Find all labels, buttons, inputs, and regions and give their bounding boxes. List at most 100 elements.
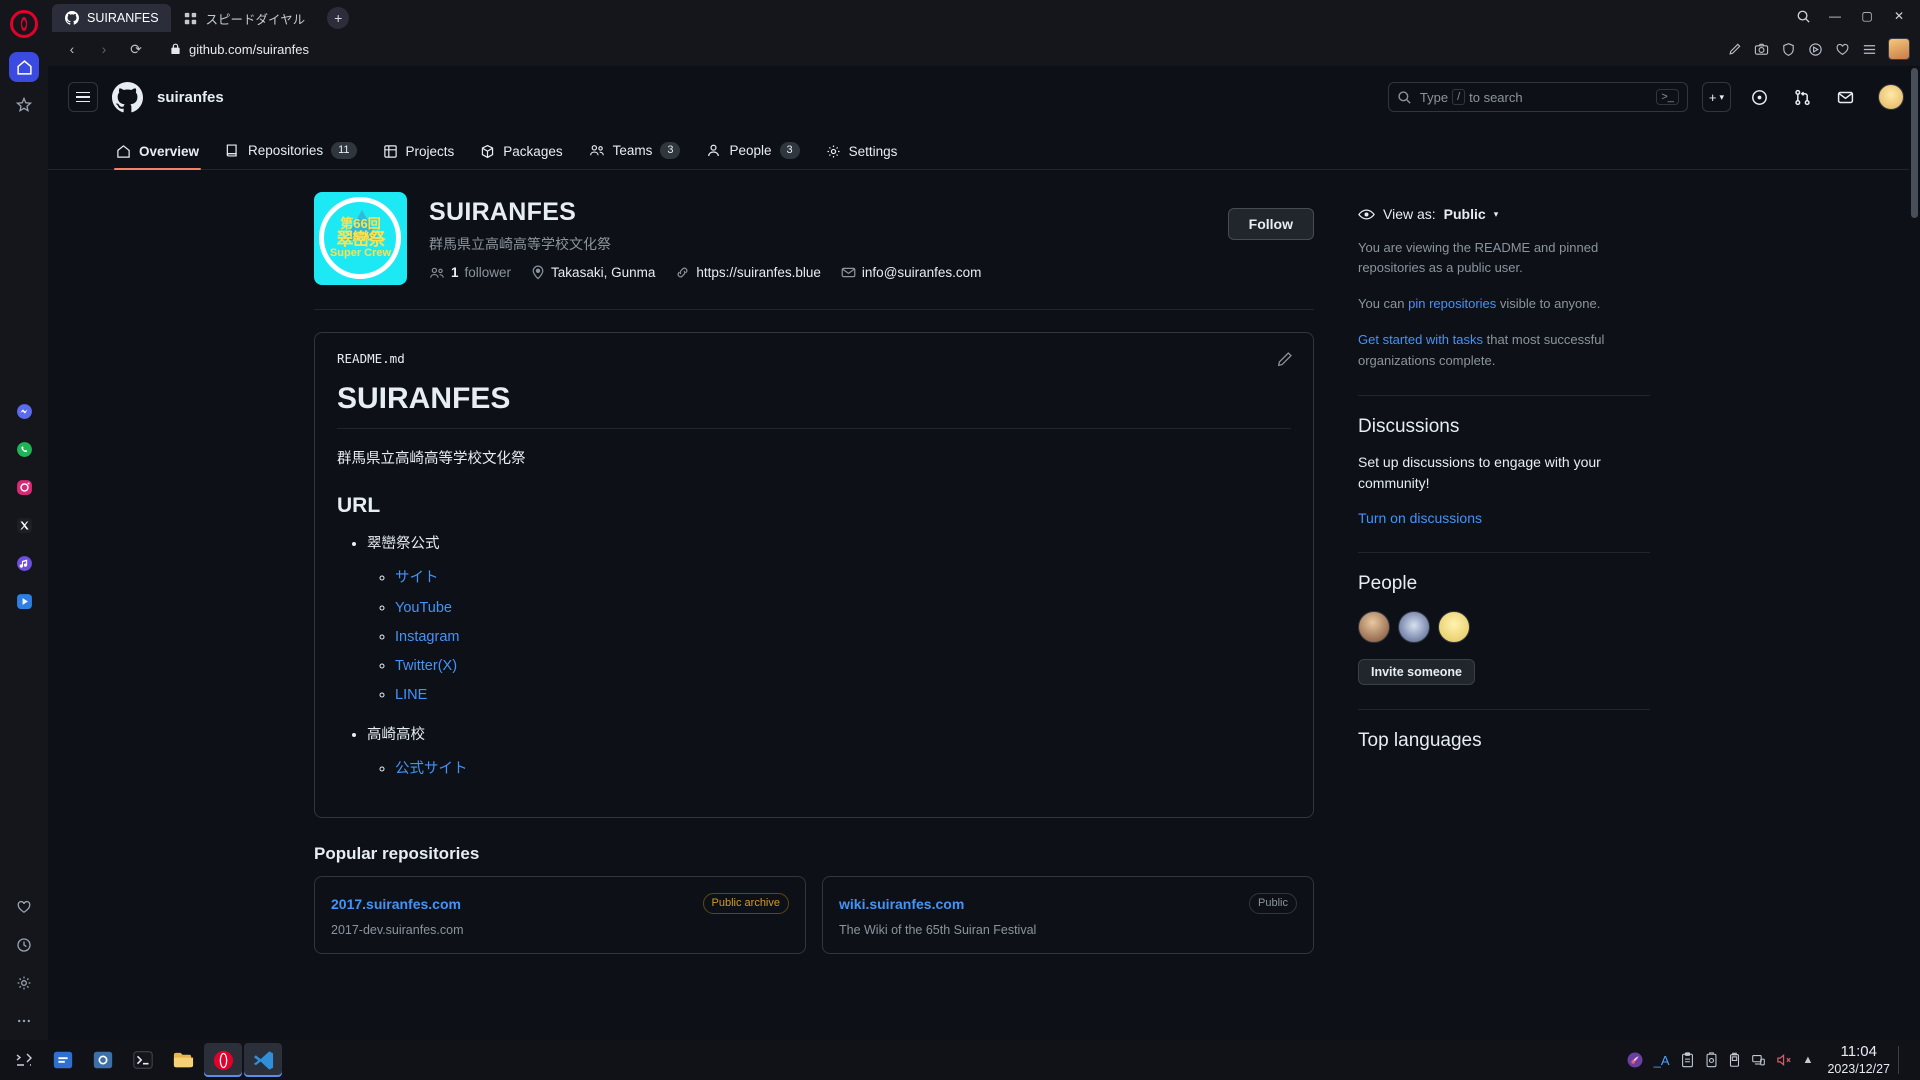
link-twitter[interactable]: Twitter(X) xyxy=(395,658,457,674)
sidebar-item-pinboard[interactable] xyxy=(9,90,39,120)
menu-icon[interactable] xyxy=(1857,37,1881,61)
nav-tab-teams[interactable]: Teams 3 xyxy=(579,136,691,169)
reload-button[interactable]: ⟳ xyxy=(122,36,150,62)
clipboard-icon[interactable] xyxy=(1680,1052,1695,1068)
pin-repositories-link[interactable]: pin repositories xyxy=(1408,296,1496,311)
nav-tab-counter: 11 xyxy=(331,142,357,159)
sidebar-item-more[interactable] xyxy=(9,1006,39,1036)
network-icon[interactable] xyxy=(1751,1052,1766,1068)
website-link[interactable]: https://suiranfes.blue xyxy=(696,265,821,280)
chevron-up-icon[interactable]: ▲ xyxy=(1803,1054,1814,1066)
email-stat[interactable]: info@suiranfes.com xyxy=(841,265,982,280)
turn-on-discussions-link[interactable]: Turn on discussions xyxy=(1358,510,1482,526)
list-item: LINE xyxy=(395,687,1291,703)
org-name-link[interactable]: suiranfes xyxy=(157,89,224,106)
forward-button[interactable]: › xyxy=(90,36,118,62)
snapshot-icon[interactable] xyxy=(1749,37,1773,61)
scrollbar-thumb[interactable] xyxy=(1911,68,1918,218)
usb-icon[interactable] xyxy=(1728,1052,1741,1068)
repo-card[interactable]: wiki.suiranfes.com Public The Wiki of th… xyxy=(822,876,1314,954)
pull-requests-button[interactable] xyxy=(1788,82,1817,112)
get-started-tasks-link[interactable]: Get started with tasks xyxy=(1358,332,1483,347)
issues-button[interactable] xyxy=(1745,82,1774,112)
plus-icon: + xyxy=(1708,89,1717,105)
link-instagram[interactable]: Instagram xyxy=(395,629,459,645)
taskbar-file-explorer[interactable] xyxy=(164,1043,202,1077)
browser-profile-avatar[interactable] xyxy=(1888,38,1910,60)
repo-name-link[interactable]: 2017.suiranfes.com xyxy=(331,896,461,912)
sidebar-item-history[interactable] xyxy=(9,930,39,960)
sidebar-item-music[interactable] xyxy=(9,548,39,578)
nav-tab-people[interactable]: People 3 xyxy=(696,136,809,169)
sidebar-item-whatsapp[interactable] xyxy=(9,434,39,464)
clock-time: 11:04 xyxy=(1840,1042,1877,1060)
member-avatar[interactable] xyxy=(1398,610,1430,643)
sidebar-item-favorites[interactable] xyxy=(9,892,39,922)
vpn-icon[interactable] xyxy=(1803,37,1827,61)
browser-tab-github[interactable]: SUIRANFES xyxy=(52,4,171,32)
nav-tab-projects[interactable]: Projects xyxy=(373,138,465,169)
notifications-button[interactable] xyxy=(1831,82,1860,112)
link-youtube[interactable]: YouTube xyxy=(395,600,452,616)
url-input[interactable]: github.com/suiranfes xyxy=(160,36,1712,62)
link-official-site[interactable]: 公式サイト xyxy=(395,761,468,777)
member-avatar[interactable] xyxy=(1358,610,1390,643)
battery-icon[interactable] xyxy=(1705,1052,1718,1068)
sidebar-item-home[interactable] xyxy=(9,52,39,82)
sidebar-item-settings[interactable] xyxy=(9,968,39,998)
taskbar-terminal[interactable] xyxy=(124,1043,162,1077)
pencil-icon[interactable] xyxy=(1276,351,1293,368)
taskbar-opera[interactable] xyxy=(204,1043,242,1077)
invite-someone-button[interactable]: Invite someone xyxy=(1358,658,1475,685)
opera-logo-icon[interactable] xyxy=(10,10,38,38)
view-as-selector[interactable]: View as: Public ▾ xyxy=(1358,206,1650,222)
link-line[interactable]: LINE xyxy=(395,687,427,703)
maximize-button[interactable]: ▢ xyxy=(1852,4,1882,28)
taskbar-settings[interactable] xyxy=(84,1043,122,1077)
show-desktop-button[interactable] xyxy=(1898,1046,1914,1074)
page-content: 第66回 翠巒祭 Super Crew SUIRANFES 群馬県立高崎高等学校… xyxy=(48,170,1920,1040)
follow-button[interactable]: Follow xyxy=(1227,208,1314,240)
org-avatar[interactable]: 第66回 翠巒祭 Super Crew xyxy=(314,192,407,285)
taskbar-vscode[interactable] xyxy=(244,1043,282,1077)
start-button[interactable] xyxy=(6,1043,42,1077)
hamburger-menu-button[interactable] xyxy=(68,82,98,112)
email-link[interactable]: info@suiranfes.com xyxy=(862,265,982,280)
search-input[interactable]: Type / to search >_ xyxy=(1387,82,1688,112)
volume-muted-icon[interactable] xyxy=(1776,1052,1793,1068)
sidebar-item-instagram[interactable] xyxy=(9,472,39,502)
user-avatar[interactable] xyxy=(1878,84,1904,110)
location-text: Takasaki, Gunma xyxy=(551,265,656,280)
new-tab-button[interactable]: + xyxy=(327,7,350,29)
minimize-button[interactable]: — xyxy=(1820,4,1850,28)
repo-name-link[interactable]: wiki.suiranfes.com xyxy=(839,896,964,912)
nav-tab-label: Overview xyxy=(139,144,200,159)
edit-icon[interactable] xyxy=(1722,37,1746,61)
clock[interactable]: 11:04 2023/12/27 xyxy=(1821,1043,1896,1077)
nav-tab-repositories[interactable]: Repositories 11 xyxy=(215,136,366,169)
close-button[interactable]: ✕ xyxy=(1884,4,1914,28)
followers-stat[interactable]: 1 follower xyxy=(429,265,511,280)
sidebar-item-player[interactable] xyxy=(9,586,39,616)
browser-search-button[interactable] xyxy=(1788,4,1818,28)
taskbar-app-store[interactable] xyxy=(44,1043,82,1077)
github-logo-icon[interactable] xyxy=(112,81,143,113)
nav-tab-packages[interactable]: Packages xyxy=(470,138,572,169)
heart-icon[interactable] xyxy=(1830,37,1854,61)
ime-icon[interactable] xyxy=(1626,1051,1644,1069)
command-palette-key[interactable]: >_ xyxy=(1656,89,1679,105)
shield-icon[interactable] xyxy=(1776,37,1800,61)
create-new-button[interactable]: + ▾ xyxy=(1701,82,1731,112)
link-site[interactable]: サイト xyxy=(395,570,439,586)
website-stat[interactable]: https://suiranfes.blue xyxy=(675,265,821,280)
member-avatar[interactable] xyxy=(1438,610,1470,643)
page-scrollbar[interactable] xyxy=(1909,66,1920,1040)
ime-mode-indicator[interactable]: _A xyxy=(1654,1053,1670,1068)
sidebar-item-messenger[interactable] xyxy=(9,396,39,426)
back-button[interactable]: ‹ xyxy=(58,36,86,62)
sidebar-item-x-twitter[interactable] xyxy=(9,510,39,540)
repo-card[interactable]: 2017.suiranfes.com Public archive 2017-d… xyxy=(314,876,806,954)
nav-tab-settings[interactable]: Settings xyxy=(816,138,908,169)
browser-tab-speed-dial[interactable]: スピードダイヤル xyxy=(171,4,318,32)
nav-tab-overview[interactable]: Overview xyxy=(106,138,209,170)
